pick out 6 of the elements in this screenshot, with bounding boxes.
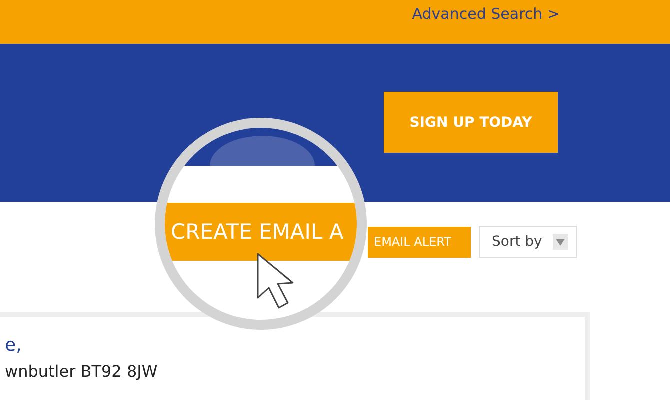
result-title[interactable]: e, — [5, 335, 585, 356]
advanced-search-link[interactable]: Advanced Search > — [412, 5, 560, 23]
sort-dropdown[interactable]: Sort by — [479, 226, 577, 258]
caret-icon — [553, 234, 568, 250]
result-address: wnbutler BT92 8JW — [5, 362, 159, 381]
sort-label: Sort by — [492, 234, 542, 250]
